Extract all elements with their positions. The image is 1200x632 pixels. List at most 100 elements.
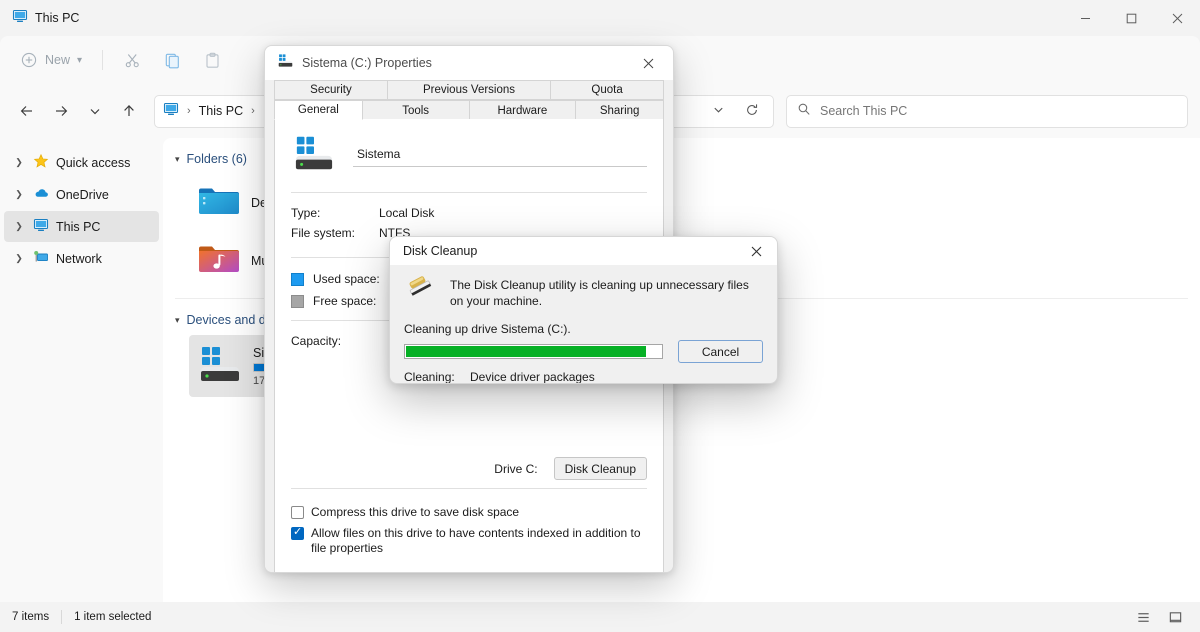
sidebar-item-onedrive[interactable]: ❯ OneDrive (4, 179, 159, 210)
this-pc-icon (12, 8, 28, 29)
cleanup-cancel-button[interactable]: Cancel (678, 340, 763, 363)
disk-cleanup-button[interactable]: Disk Cleanup (554, 457, 647, 480)
tab-quota[interactable]: Quota (551, 80, 664, 100)
cleaning-key: Cleaning: (404, 370, 460, 384)
sidebar-label: This PC (56, 220, 100, 234)
copy-button[interactable] (153, 44, 191, 76)
breadcrumb-this-pc-icon (163, 101, 179, 122)
paste-icon (203, 51, 221, 69)
new-button[interactable]: New ▾ (10, 44, 92, 76)
address-dropdown-chevron-icon[interactable] (704, 103, 733, 119)
search-box[interactable]: Search This PC (786, 95, 1188, 128)
back-button[interactable] (12, 96, 42, 126)
tab-sharing[interactable]: Sharing (576, 100, 664, 120)
breadcrumb-separator: › (185, 105, 193, 117)
sidebar-label: Quick access (56, 156, 130, 170)
sidebar-item-network[interactable]: ❯ Network (4, 243, 159, 274)
properties-close-button[interactable] (629, 46, 667, 80)
desktop-folder-icon (197, 184, 239, 223)
volume-name-input[interactable] (353, 145, 647, 167)
tab-label: Quota (591, 84, 622, 96)
tab-label: General (298, 104, 339, 116)
sidebar-item-this-pc[interactable]: ❯ This PC (4, 211, 159, 242)
tab-security[interactable]: Security (274, 80, 388, 100)
sidebar-item-quick-access[interactable]: ❯ Quick access (4, 147, 159, 178)
cleanup-title: Disk Cleanup (403, 244, 477, 258)
cleanup-body: The Disk Cleanup utility is cleaning up … (390, 265, 777, 384)
maximize-button[interactable] (1108, 0, 1154, 36)
chevron-right-icon[interactable]: ❯ (12, 221, 26, 232)
drive-header (291, 133, 647, 178)
local-disk-icon (291, 133, 337, 178)
index-checkbox-label: Allow files on this drive to have conten… (311, 526, 647, 556)
drive-letter-row: Drive C: Disk Cleanup (291, 457, 647, 480)
cleanup-close-button[interactable] (739, 237, 773, 265)
drive-letter-label: Drive C: (494, 462, 537, 476)
paste-button[interactable] (193, 44, 231, 76)
chevron-right-icon[interactable]: ❯ (12, 189, 26, 200)
tab-label: Sharing (600, 105, 640, 117)
capacity-label: Capacity: (291, 334, 357, 348)
cleanup-current-item-row: Cleaning: Device driver packages (404, 370, 763, 384)
compress-checkbox-row[interactable]: Compress this drive to save disk space (291, 505, 647, 520)
music-folder-icon (197, 242, 239, 281)
cut-button[interactable] (113, 44, 151, 76)
field-key: Type: (291, 206, 379, 220)
sidebar-label: OneDrive (56, 188, 109, 202)
item-count: 7 items (12, 611, 61, 623)
index-checkbox-row[interactable]: Allow files on this drive to have conten… (291, 526, 647, 556)
local-disk-icon (277, 53, 294, 73)
tab-tools[interactable]: Tools (363, 100, 470, 120)
chevron-right-icon[interactable]: ❯ (12, 157, 26, 168)
search-placeholder: Search This PC (820, 104, 907, 118)
cleanup-message-row: The Disk Cleanup utility is cleaning up … (404, 275, 763, 309)
tab-previous-versions[interactable]: Previous Versions (388, 80, 551, 100)
details-view-icon[interactable] (1130, 606, 1156, 628)
divider (291, 488, 647, 489)
minimize-button[interactable] (1062, 0, 1108, 36)
tab-general[interactable]: General (274, 100, 363, 120)
selection-count: 1 item selected (74, 611, 163, 623)
screen: This PC New ▾ (0, 0, 1200, 632)
forward-button[interactable] (46, 96, 76, 126)
properties-title-bar: Sistema (C:) Properties (265, 46, 673, 80)
properties-tab-row-2: General Tools Hardware Sharing (274, 100, 664, 120)
navigation-pane: ❯ Quick access ❯ OneDrive ❯ (0, 138, 163, 602)
tab-label: Tools (402, 105, 429, 117)
cleanup-status-label: Cleaning up drive Sistema (C:). (404, 322, 763, 336)
cloud-icon (33, 185, 49, 204)
field-key: File system: (291, 226, 379, 240)
search-icon (797, 102, 811, 121)
cleanup-title-bar: Disk Cleanup (390, 237, 777, 265)
compress-checkbox[interactable] (291, 506, 304, 519)
title-bar-left: This PC (0, 8, 79, 29)
tab-hardware[interactable]: Hardware (470, 100, 577, 120)
chevron-right-icon[interactable]: ❯ (12, 253, 26, 264)
large-icons-view-icon[interactable] (1162, 606, 1188, 628)
cleaning-value: Device driver packages (470, 370, 595, 384)
status-divider (61, 610, 62, 624)
plus-circle-icon (20, 51, 38, 69)
chevron-down-icon[interactable]: ▾ (175, 315, 180, 326)
up-button[interactable] (114, 96, 144, 126)
view-buttons (1130, 606, 1188, 628)
properties-title: Sistema (C:) Properties (302, 56, 432, 70)
cleanup-progress-row: Cancel (404, 340, 763, 363)
recent-locations-button[interactable] (80, 96, 110, 126)
refresh-icon[interactable] (739, 103, 765, 120)
this-pc-icon (33, 217, 49, 236)
used-space-label: Used space: (313, 272, 380, 286)
window-controls (1062, 0, 1200, 36)
chevron-down-icon: ▾ (77, 55, 82, 66)
breadcrumb-this-pc[interactable]: This PC (199, 104, 243, 118)
index-checkbox[interactable] (291, 527, 304, 540)
toolbar-divider (102, 50, 103, 70)
compress-checkbox-label: Compress this drive to save disk space (311, 505, 519, 520)
close-button[interactable] (1154, 0, 1200, 36)
chevron-down-icon[interactable]: ▾ (175, 154, 180, 165)
network-icon (33, 249, 49, 268)
window-title: This PC (35, 11, 79, 25)
local-disk-icon (197, 343, 243, 390)
title-bar: This PC (0, 0, 1200, 36)
new-button-label: New (45, 53, 70, 67)
